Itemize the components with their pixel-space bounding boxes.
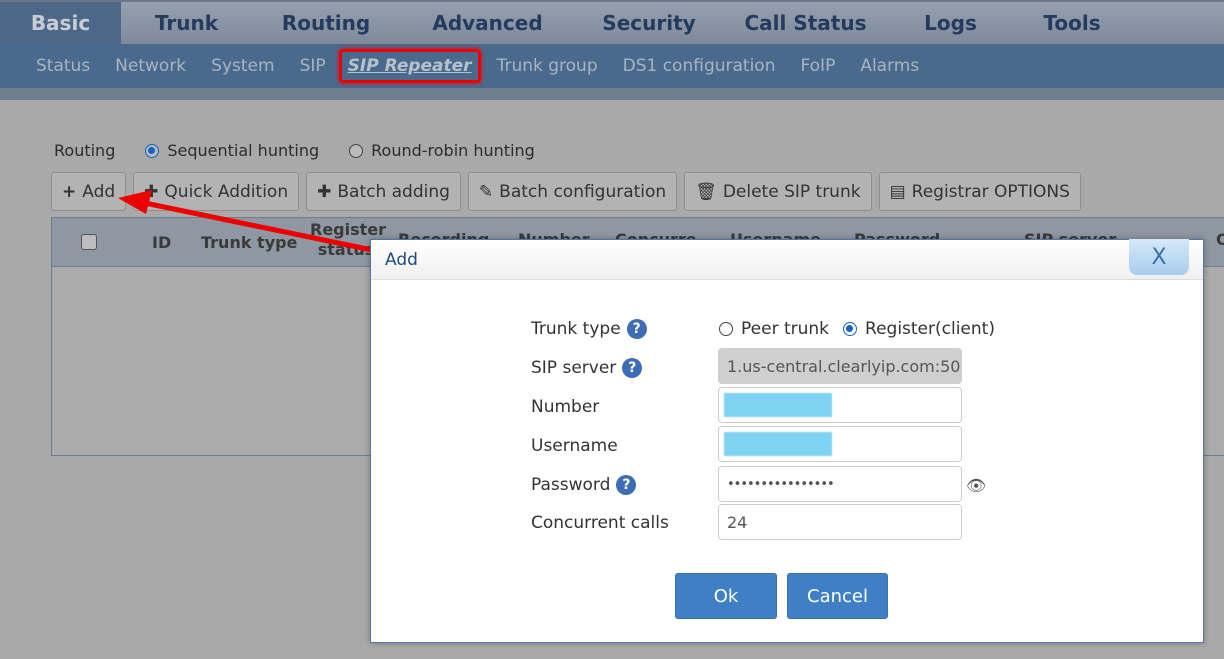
trunk-type-row: Trunk type? xyxy=(531,319,647,339)
help-icon[interactable]: ? xyxy=(622,358,643,378)
peer-trunk-label: Peer trunk xyxy=(741,319,830,339)
trunk-type-label: Trunk type xyxy=(531,319,621,339)
username-row: Username xyxy=(531,436,618,456)
redacted-value xyxy=(724,393,832,417)
help-icon[interactable]: ? xyxy=(626,319,647,339)
sip-server-input[interactable]: 1.us-central.clearlyip.com:5060 xyxy=(718,348,962,384)
dialog-title: Add xyxy=(385,250,418,270)
username-label: Username xyxy=(531,436,618,456)
ok-button[interactable]: Ok xyxy=(675,573,777,619)
number-row: Number xyxy=(531,397,599,417)
add-dialog: Add X Trunk type? Peer trunk Register(cl… xyxy=(370,239,1204,643)
dialog-header: Add X xyxy=(371,239,1203,280)
peer-trunk-radio[interactable] xyxy=(719,322,733,336)
register-client-radio[interactable] xyxy=(843,322,858,336)
password-row: Password? xyxy=(531,475,637,495)
register-client-label: Register(client) xyxy=(865,319,995,339)
sip-server-row: SIP server? xyxy=(531,358,643,378)
close-icon: X xyxy=(1151,244,1167,270)
redacted-value xyxy=(724,432,832,456)
password-input[interactable]: •••••••••••••••• xyxy=(718,466,962,502)
concurrent-calls-row: Concurrent calls xyxy=(531,513,669,533)
close-button[interactable]: X xyxy=(1129,239,1189,275)
number-input[interactable] xyxy=(718,387,962,423)
password-label: Password xyxy=(531,475,611,495)
concurrent-calls-input[interactable]: 24 xyxy=(718,504,962,540)
number-label: Number xyxy=(531,397,600,417)
sip-server-label: SIP server xyxy=(531,358,617,378)
help-icon[interactable]: ? xyxy=(616,475,637,495)
eye-icon[interactable]: 👁 xyxy=(966,476,986,495)
username-input[interactable] xyxy=(718,426,962,462)
concurrent-calls-label: Concurrent calls xyxy=(531,513,669,533)
cancel-button[interactable]: Cancel xyxy=(787,573,888,619)
trunk-type-options: Peer trunk Register(client) xyxy=(719,319,995,339)
